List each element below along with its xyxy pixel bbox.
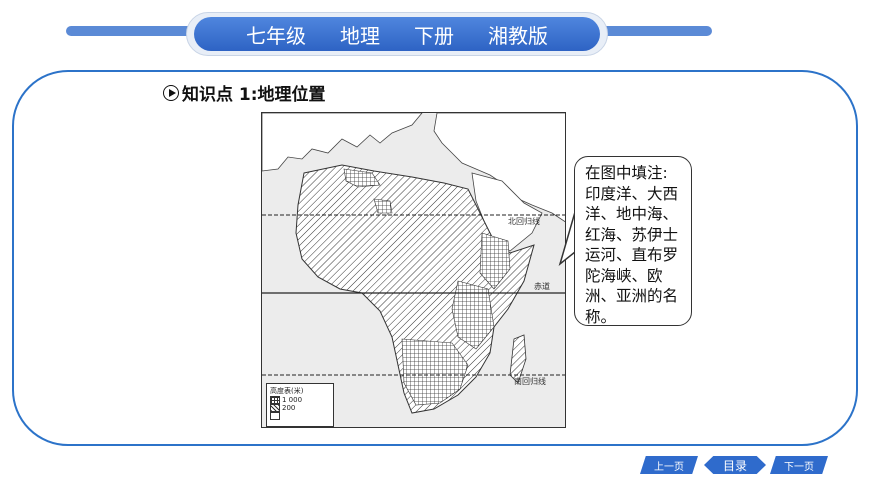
legend-row-mid: 200: [270, 404, 330, 412]
bubble-line: 在图中填注:: [585, 164, 668, 182]
bubble-line: 洲、亚洲的名: [585, 287, 679, 305]
legend-title: 高度表(米): [270, 387, 304, 395]
bubble-line: 洋、地中海、: [585, 205, 679, 223]
legend-row-high: 1 000: [270, 396, 330, 404]
tropic-of-cancer-label: 北回归线: [508, 217, 540, 226]
bubble-line: 陀海峡、欧: [585, 266, 663, 285]
bubble-line: 称。: [585, 307, 617, 326]
table-of-contents-button[interactable]: 目录: [704, 456, 766, 474]
legend-swatch-plain: [270, 412, 280, 420]
prev-page-button[interactable]: 上一页: [640, 456, 698, 474]
bubble-line: 运河、直布罗: [585, 246, 679, 264]
bubble-line: 红海、苏伊士: [585, 225, 679, 244]
header-edition: 湘教版: [488, 23, 548, 48]
legend-level-200: 200: [282, 404, 296, 412]
knowledge-point-title: 知识点 1:地理位置: [182, 85, 326, 105]
legend-swatch-grid: [270, 396, 280, 404]
europe-landmass: [262, 113, 423, 172]
legend-level-1000: 1 000: [282, 396, 303, 404]
header-grade: 七年级: [246, 23, 306, 48]
elevation-legend: 高度表(米) 1 000 200: [266, 383, 334, 427]
play-circle-icon: [163, 84, 179, 101]
header-volume: 下册: [414, 23, 454, 48]
header-title-bar: 七年级 地理 下册 湘教版: [194, 17, 600, 51]
bubble-line: 印度洋、大西: [585, 184, 679, 203]
header-decor-line-right: [600, 26, 712, 36]
legend-row-low: [270, 412, 330, 420]
instruction-bubble: 在图中填注: 印度洋、大西 洋、地中海、 红海、苏伊士 运河、直布罗 陀海峡、欧…: [574, 156, 692, 326]
next-page-button[interactable]: 下一页: [770, 456, 828, 474]
tropic-of-capricorn-label: 南回归线: [514, 377, 546, 386]
legend-swatch-hatch: [270, 404, 280, 412]
africa-map: 北回归线 赤道 南回归线: [261, 112, 566, 428]
equator-label: 赤道: [534, 282, 550, 291]
knowledge-point-heading: 知识点 1:地理位置: [163, 80, 326, 105]
header-decor-line-left: [66, 26, 196, 36]
header-subject: 地理: [340, 23, 380, 48]
